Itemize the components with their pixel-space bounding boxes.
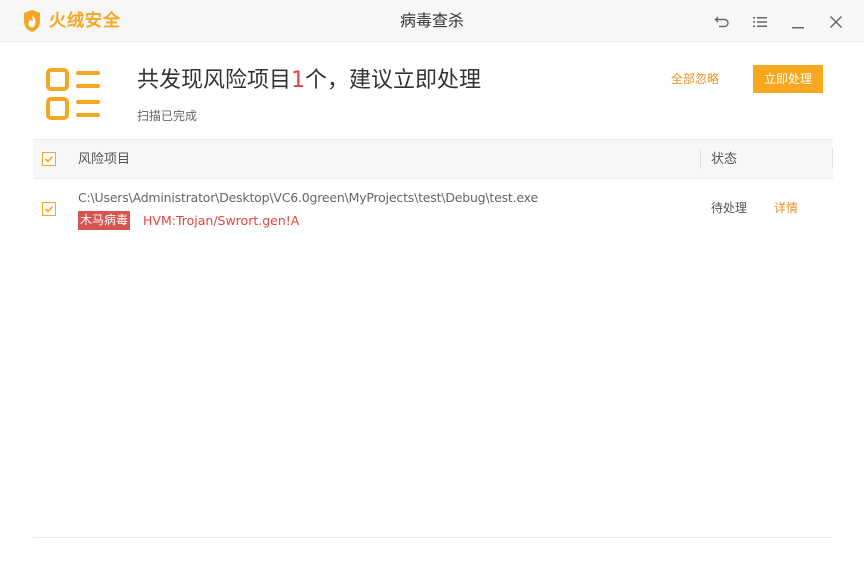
minimize-icon xyxy=(792,27,804,29)
table-header: 风险项目 状态 xyxy=(33,139,833,179)
column-header-risk-item: 风险项目 xyxy=(78,152,131,167)
summary-title-prefix: 共发现风险项目 xyxy=(137,68,292,93)
checklist-icon xyxy=(46,68,100,120)
risk-table: 风险项目 状态 C:\Users\Administrator\Desktop\V… xyxy=(33,139,833,239)
flame-shield-icon xyxy=(24,10,40,32)
threat-type-badge: 木马病毒 xyxy=(78,211,131,230)
virus-name: HVM:Trojan/Swrort.gen!A xyxy=(143,213,300,228)
back-icon xyxy=(714,16,729,28)
summary-title-suffix: 个，建议立即处理 xyxy=(305,68,482,93)
bottom-divider xyxy=(33,537,833,538)
back-button[interactable] xyxy=(711,11,733,33)
checkmark-icon xyxy=(44,155,54,163)
menu-icon xyxy=(753,17,767,27)
checkmark-icon xyxy=(44,205,54,213)
minimize-button[interactable] xyxy=(787,11,809,33)
menu-button[interactable] xyxy=(749,11,771,33)
row-status: 待处理 xyxy=(711,201,748,215)
table-row: C:\Users\Administrator\Desktop\VC6.0gree… xyxy=(33,179,833,239)
summary-title: 共发现风险项目1个，建议立即处理 xyxy=(137,66,481,96)
row-checkbox[interactable] xyxy=(42,202,56,216)
brand-name: 火绒安全 xyxy=(49,11,121,31)
column-divider xyxy=(700,149,701,169)
risk-count: 1 xyxy=(291,68,306,93)
select-all-checkbox[interactable] xyxy=(42,152,56,166)
process-now-button[interactable]: 立即处理 xyxy=(753,65,823,93)
app-logo: 火绒安全 xyxy=(22,9,121,33)
window-title: 病毒查杀 xyxy=(399,11,464,30)
close-button[interactable] xyxy=(825,11,847,33)
scan-status: 扫描已完成 xyxy=(137,109,198,123)
close-icon xyxy=(829,15,843,29)
ignore-all-link[interactable]: 全部忽略 xyxy=(671,70,719,88)
detail-link[interactable]: 详情 xyxy=(774,200,798,217)
title-bar: 火绒安全 病毒查杀 xyxy=(0,0,864,42)
column-header-status: 状态 xyxy=(711,152,738,167)
column-divider xyxy=(832,149,833,169)
file-path: C:\Users\Administrator\Desktop\VC6.0gree… xyxy=(78,190,538,205)
